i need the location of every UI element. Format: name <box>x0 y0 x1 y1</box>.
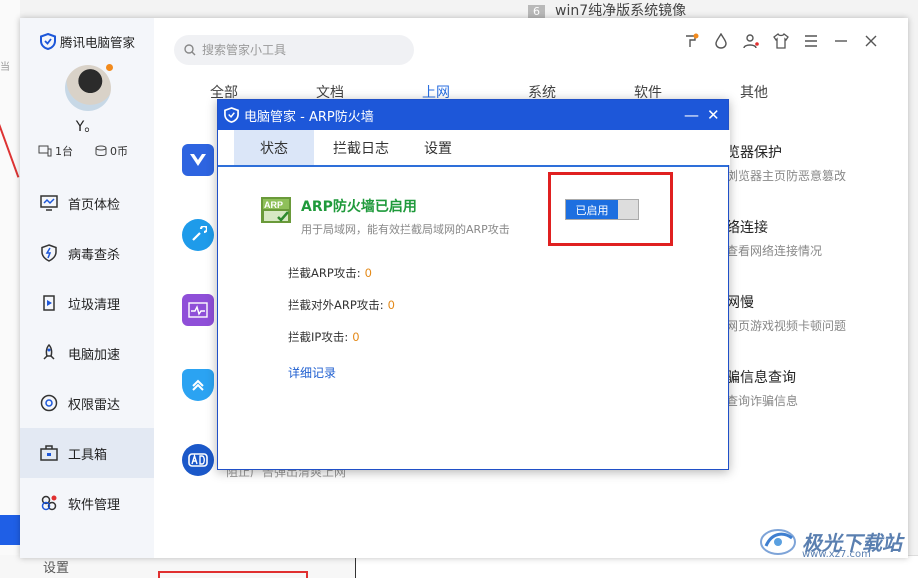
tab-status[interactable]: 状态 <box>234 130 314 165</box>
brand: 腾讯电脑管家 <box>40 32 135 51</box>
background-settings-label[interactable]: 设置 <box>43 557 69 576</box>
svg-text:ARP: ARP <box>264 200 283 210</box>
background-left-strip: 当 <box>0 0 20 578</box>
search-icon <box>184 44 196 56</box>
toolbox-icon <box>40 444 58 462</box>
tool-browser-guard-icon[interactable] <box>182 144 214 176</box>
dialog-close-icon[interactable]: ✕ <box>707 106 720 124</box>
account-stats: 1台 0币 <box>38 143 128 159</box>
stat-outbound-arp-attacks: 拦截对外ARP攻击: 0 <box>288 298 395 312</box>
tool-network-connection[interactable]: 络连接 查看网络连接情况 <box>726 217 822 259</box>
window-controls <box>682 32 880 50</box>
drop-icon[interactable] <box>712 32 730 50</box>
radar-icon <box>40 394 58 412</box>
toggle-enabled-label: 已启用 <box>566 200 618 219</box>
arp-firewall-dialog: 电脑管家 - ARP防火墙 — ✕ 状态 拦截日志 设置 ARP ARP防火墙已… <box>217 99 730 470</box>
dialog-minimize-icon[interactable]: — <box>684 106 699 124</box>
firewall-status-title: ARP防火墙已启用 <box>301 199 417 215</box>
brand-label: 腾讯电脑管家 <box>60 35 136 50</box>
tool-network-repair-icon[interactable] <box>182 219 214 251</box>
close-icon[interactable] <box>862 32 880 50</box>
watermark-logo-icon <box>760 529 796 555</box>
dialog-title-bar: 电脑管家 - ARP防火墙 — ✕ <box>218 100 728 130</box>
tab-other[interactable]: 其他 <box>740 82 846 102</box>
search-input[interactable] <box>202 43 402 57</box>
dialog-tabs: 状态 拦截日志 设置 <box>218 130 730 167</box>
firewall-toggle[interactable]: 已启用 <box>565 199 639 220</box>
dialog-shield-icon <box>224 107 239 123</box>
tab-intercept-log[interactable]: 拦截日志 <box>314 130 408 165</box>
skin-icon[interactable] <box>682 32 700 50</box>
coin-count[interactable]: 0币 <box>95 143 128 159</box>
background-top-title: win7纯净版系统镜像 <box>555 3 687 19</box>
tool-slow-network[interactable]: 网慢 网页游戏视频卡顿问题 <box>726 292 846 334</box>
tool-ad-block-icon[interactable] <box>182 444 214 476</box>
background-blue-button <box>0 515 20 545</box>
nav-item-home-checkup[interactable]: 首页体检 <box>20 178 154 228</box>
brand-shield-icon <box>40 33 56 50</box>
arp-firewall-icon: ARP <box>261 197 291 223</box>
shield-bolt-icon <box>40 244 58 262</box>
monitor-icon <box>40 194 58 212</box>
sidebar: 腾讯电脑管家 Y。 1台 0币 首页体检 病毒查杀 垃圾清理 电脑加速 权限雷达… <box>20 18 154 558</box>
notification-dot <box>106 64 113 71</box>
background-top-badge: 6 <box>528 5 545 18</box>
user-icon[interactable] <box>742 32 760 50</box>
menu-icon[interactable] <box>802 32 820 50</box>
tool-fraud-info-query[interactable]: 骗信息查询 查询诈骗信息 <box>726 367 798 409</box>
detail-records-link[interactable]: 详细记录 <box>288 364 336 381</box>
coin-icon <box>95 145 107 156</box>
username: Y。 <box>75 119 99 135</box>
nav-item-pc-speedup[interactable]: 电脑加速 <box>20 328 154 378</box>
avatar[interactable] <box>65 65 111 111</box>
watermark: 极光下载站 www.xz7.com <box>758 524 902 560</box>
apps-icon <box>40 494 58 512</box>
dialog-title: 电脑管家 - ARP防火墙 <box>244 109 374 125</box>
minimize-icon[interactable] <box>832 32 850 50</box>
firewall-status-description: 用于局域网，能有效拦截局域网的ARP攻击 <box>301 223 510 236</box>
watermark-url: www.xz7.com <box>802 549 871 560</box>
shirt-icon[interactable] <box>772 32 790 50</box>
nav-item-junk-clean[interactable]: 垃圾清理 <box>20 278 154 328</box>
stat-arp-attacks: 拦截ARP攻击: 0 <box>288 266 372 280</box>
broom-icon <box>40 294 58 312</box>
background-top-label: 6 win7纯净版系统镜像 <box>528 0 686 20</box>
rocket-icon <box>40 344 58 362</box>
sidebar-nav: 首页体检 病毒查杀 垃圾清理 电脑加速 权限雷达 工具箱 软件管理 <box>20 178 154 528</box>
background-bottom-bar: 设置 <box>0 555 360 578</box>
tool-browser-protection[interactable]: 览器保护 浏览器主页防恶意篡改 <box>726 142 846 184</box>
nav-item-software-manager[interactable]: 软件管理 <box>20 478 154 528</box>
tab-dialog-settings[interactable]: 设置 <box>408 130 468 165</box>
device-icon <box>38 145 52 157</box>
device-count[interactable]: 1台 <box>38 143 73 159</box>
tool-net-speed-icon[interactable] <box>182 294 214 326</box>
nav-item-virus-scan[interactable]: 病毒查杀 <box>20 228 154 278</box>
tool-fraud-check-icon[interactable] <box>182 369 214 401</box>
nav-item-toolbox[interactable]: 工具箱 <box>20 428 154 478</box>
tool-search[interactable] <box>174 35 414 65</box>
annotation-red-box-partial <box>158 571 308 578</box>
nav-item-permission-radar[interactable]: 权限雷达 <box>20 378 154 428</box>
stat-ip-attacks: 拦截IP攻击: 0 <box>288 330 360 344</box>
